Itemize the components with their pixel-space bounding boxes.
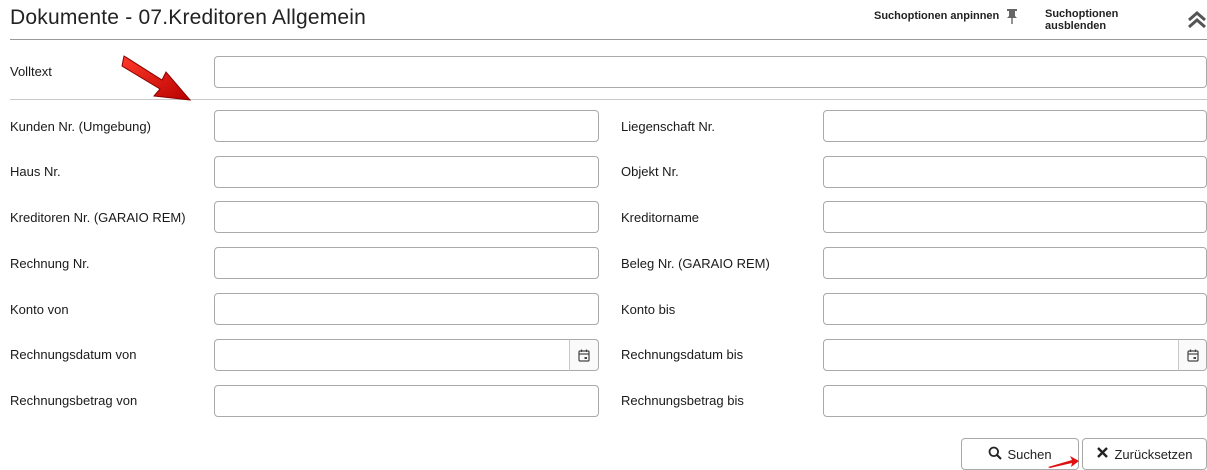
rechnungsdatum-bis-input[interactable] — [823, 339, 1179, 371]
fulltext-divider — [10, 99, 1207, 100]
fulltext-input[interactable] — [214, 56, 1207, 88]
haus-nr-label: Haus Nr. — [10, 164, 61, 179]
konto-bis-input[interactable] — [823, 293, 1207, 325]
kreditorname-label: Kreditorname — [621, 210, 700, 225]
kreditoren-nr-input[interactable] — [214, 201, 599, 233]
liegenschaft-nr-label: Liegenschaft Nr. — [621, 119, 715, 134]
rechnungsbetrag-von-input[interactable] — [214, 385, 599, 417]
double-chevron-up-icon — [1187, 11, 1207, 29]
search-icon — [988, 446, 1003, 463]
kunden-nr-label: Kunden Nr. (Umgebung) — [10, 119, 151, 134]
pin-search-options-label: Suchoptionen anpinnen — [874, 10, 1000, 22]
rechnungsbetrag-bis-label: Rechnungsbetrag bis — [621, 393, 744, 408]
rechnungsbetrag-bis-input[interactable] — [823, 385, 1207, 417]
haus-nr-input[interactable] — [214, 156, 599, 188]
calendar-icon[interactable] — [1178, 339, 1207, 371]
pin-search-options-button[interactable]: Suchoptionen anpinnen — [874, 8, 1019, 24]
header-divider — [10, 39, 1207, 40]
reset-button[interactable]: Zurücksetzen — [1082, 438, 1207, 470]
objekt-nr-label: Objekt Nr. — [621, 164, 679, 179]
beleg-nr-label: Beleg Nr. (GARAIO REM) — [621, 256, 770, 271]
liegenschaft-nr-input[interactable] — [823, 110, 1207, 142]
kunden-nr-input[interactable] — [214, 110, 599, 142]
search-button[interactable]: Suchen — [961, 438, 1079, 470]
search-button-label: Suchen — [1007, 446, 1052, 462]
fulltext-label: Volltext — [10, 64, 52, 79]
beleg-nr-input[interactable] — [823, 247, 1207, 279]
rechnung-nr-input[interactable] — [214, 247, 599, 279]
hide-search-options-label: Suchoptionen ausblenden — [1045, 8, 1119, 32]
calendar-icon[interactable] — [569, 339, 599, 371]
page-title: Dokumente - 07.Kreditoren Allgemein — [10, 6, 367, 29]
rechnung-nr-label: Rechnung Nr. — [10, 256, 90, 271]
konto-von-label: Konto von — [10, 302, 69, 317]
rechnungsdatum-von-label: Rechnungsdatum von — [10, 347, 137, 362]
close-icon — [1096, 446, 1109, 462]
kreditoren-nr-label: Kreditoren Nr. (GARAIO REM) — [10, 210, 186, 225]
objekt-nr-input[interactable] — [823, 156, 1207, 188]
konto-bis-label: Konto bis — [621, 302, 676, 317]
rechnungsbetrag-von-label: Rechnungsbetrag von — [10, 393, 138, 408]
rechnungsdatum-bis-label: Rechnungsdatum bis — [621, 347, 744, 362]
hide-search-options-button[interactable]: Suchoptionen ausblenden — [1045, 8, 1207, 32]
annotation-arrow-icon — [121, 55, 192, 101]
rechnungsdatum-bis-datepicker — [823, 339, 1207, 371]
reset-button-label: Zurücksetzen — [1114, 446, 1193, 462]
rechnungsdatum-von-datepicker — [214, 339, 599, 371]
kreditorname-input[interactable] — [823, 201, 1207, 233]
pin-icon — [1005, 8, 1019, 24]
konto-von-input[interactable] — [214, 293, 599, 325]
rechnungsdatum-von-input[interactable] — [214, 339, 570, 371]
